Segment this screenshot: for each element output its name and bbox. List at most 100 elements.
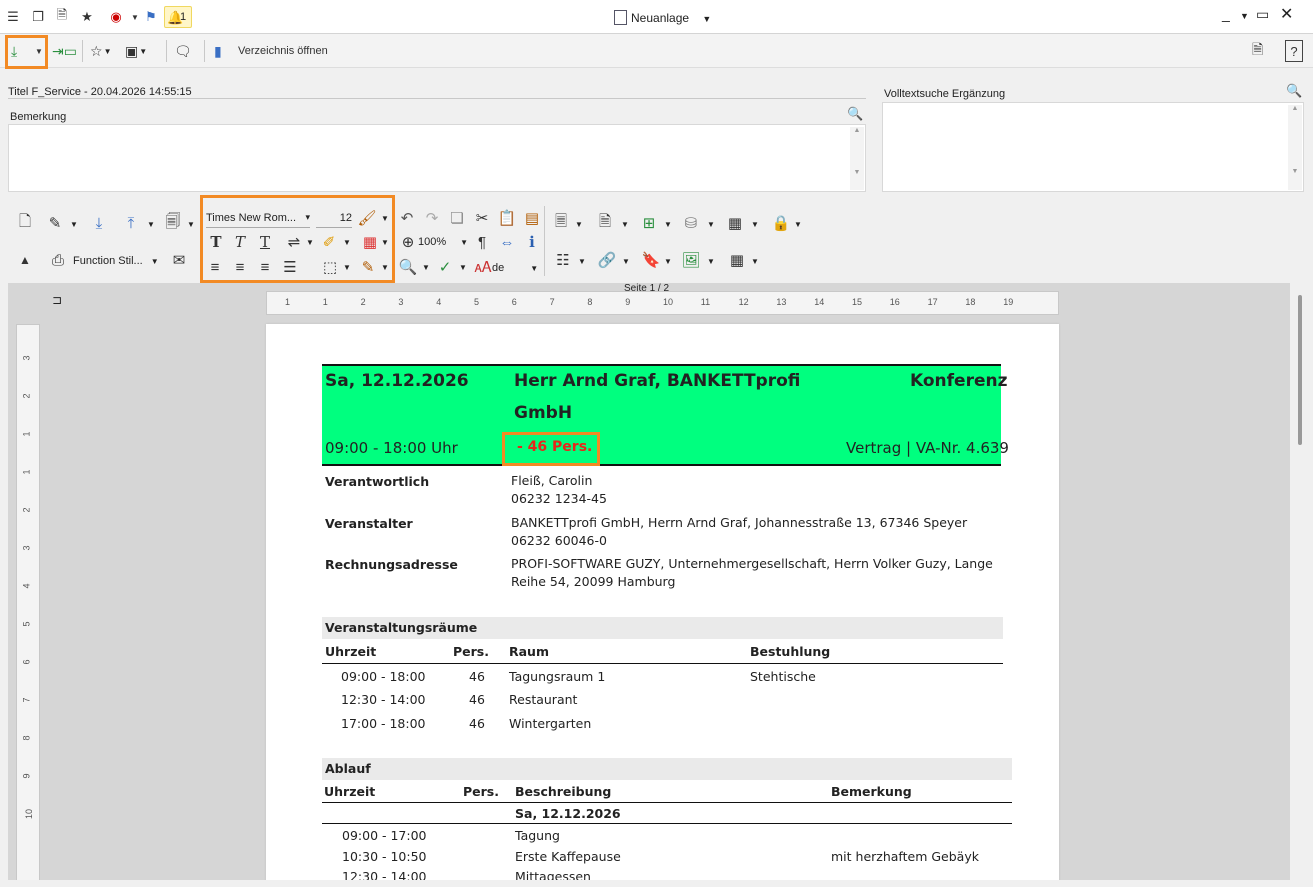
shapes-icon[interactable]: ▣ ▼ bbox=[125, 40, 147, 62]
paste-icon[interactable]: 📋 bbox=[496, 208, 518, 228]
style-select[interactable]: Function Stil... ▼ bbox=[73, 251, 159, 271]
clear-format-icon[interactable]: 🖌 bbox=[356, 208, 378, 228]
language-icon[interactable]: 🗚 bbox=[472, 257, 494, 277]
ruler-tick-label: 9 bbox=[21, 773, 32, 779]
border-icon[interactable]: ⬚ bbox=[319, 257, 341, 277]
search-icon[interactable]: 🔍 bbox=[397, 257, 419, 277]
zoom-fulltext-icon[interactable]: 🔍 bbox=[1286, 83, 1302, 99]
save-dropdown-icon[interactable]: ▼ bbox=[35, 40, 43, 62]
hyperlink-icon[interactable]: 🔗 bbox=[596, 250, 618, 270]
close-icon[interactable]: ✕ bbox=[1280, 4, 1293, 24]
hamburger-menu-icon[interactable]: ☰ bbox=[4, 8, 22, 26]
info-label: Verantwortlich bbox=[325, 474, 430, 489]
redo-icon[interactable]: ↷ bbox=[421, 208, 443, 228]
recent-document-icon[interactable]: 🗎 bbox=[53, 7, 71, 26]
title-value[interactable]: F_Service - 20.04.2026 14:55:15 bbox=[31, 86, 191, 98]
undo-icon[interactable]: ↶ bbox=[396, 208, 418, 228]
vertical-scrollbar[interactable] bbox=[1290, 283, 1313, 880]
tab-stop-icon[interactable]: ⊐ bbox=[52, 293, 62, 307]
font-name-select[interactable]: Times New Rom... ▾ bbox=[206, 208, 310, 228]
select-all-icon[interactable]: ▤ bbox=[521, 208, 543, 228]
list-icon[interactable]: ☷ bbox=[552, 250, 574, 270]
info-label: Veranstalter bbox=[325, 516, 413, 531]
save-download-icon[interactable]: ⤓ bbox=[11, 40, 17, 62]
bold-text-icon[interactable]: T bbox=[205, 232, 227, 252]
table-cell: Wintergarten bbox=[509, 716, 592, 731]
underline-text-icon[interactable]: T bbox=[254, 232, 276, 252]
maximize-icon[interactable]: ▭ bbox=[1256, 6, 1269, 23]
fulltext-textarea[interactable]: ▲ ▼ bbox=[882, 102, 1304, 192]
italic-text-icon[interactable]: T bbox=[229, 232, 251, 252]
color-palette-icon[interactable]: ▦ bbox=[359, 232, 381, 252]
printer-icon[interactable]: ⎙ bbox=[47, 250, 69, 270]
grid-icon[interactable]: ▦ bbox=[726, 250, 748, 270]
align-right-icon[interactable]: ≡ bbox=[254, 257, 276, 277]
cut-icon[interactable]: ✂ bbox=[471, 208, 493, 228]
bookmark-icon[interactable]: 🔖 bbox=[640, 250, 662, 270]
new-document-icon[interactable]: 🗋 bbox=[14, 213, 36, 233]
paint-bucket-icon[interactable]: ✎ bbox=[357, 257, 379, 277]
help-icon[interactable]: ? bbox=[1285, 40, 1303, 62]
spellcheck-icon[interactable]: ✓ bbox=[434, 257, 456, 277]
ruler-tick-label: 3 bbox=[398, 297, 404, 307]
insert-field-icon[interactable]: ⊞ bbox=[638, 213, 660, 233]
chevron-down-icon[interactable]: ▼ bbox=[702, 14, 711, 24]
favorite-document-icon[interactable]: ★ bbox=[78, 8, 96, 26]
page-style-icon[interactable]: 🗎 bbox=[594, 213, 616, 233]
compass-icon[interactable]: ◉ bbox=[107, 8, 125, 26]
table-cell: 12:30 - 14:00 bbox=[342, 869, 427, 880]
image-icon[interactable]: 🖼 bbox=[680, 250, 702, 270]
edit-document-icon[interactable]: ✎ bbox=[44, 213, 66, 233]
ruler-tick-label: 13 bbox=[776, 297, 787, 307]
window-menu-dropdown-icon[interactable]: ▼ bbox=[1240, 11, 1249, 21]
pilcrow-icon[interactable]: ¶ bbox=[471, 232, 493, 252]
column-header: Uhrzeit bbox=[325, 644, 377, 659]
horizontal-ruler[interactable]: 1 1 2 3 4 5 6 7 8 9 10 11 12 13 14 15 16 17 18 19 bbox=[266, 291, 1059, 315]
font-size-select[interactable]: 12 bbox=[316, 208, 352, 228]
justify-icon[interactable]: ☰ bbox=[279, 257, 301, 277]
mail-icon[interactable]: ✉ bbox=[168, 250, 190, 270]
event-date: Sa, 12.12.2026 bbox=[325, 371, 469, 391]
zoom-icon[interactable]: ⊕ bbox=[397, 232, 419, 252]
window-title[interactable]: Neuanlage ▼ bbox=[614, 10, 711, 25]
transfer-icon[interactable]: ⇥▭ bbox=[52, 40, 77, 62]
import-icon[interactable]: ⤓ bbox=[88, 213, 110, 233]
column-header: Bemerkung bbox=[831, 784, 912, 799]
persons-count: - 46 Pers. bbox=[517, 439, 593, 455]
document-history-icon[interactable]: 🗎 bbox=[1252, 40, 1263, 62]
copy-format-icon[interactable]: ❏ bbox=[446, 208, 468, 228]
windows-icon[interactable]: ❐ bbox=[29, 8, 47, 26]
lock-icon[interactable]: 🔒 bbox=[770, 213, 792, 233]
language-select[interactable]: de ▼ bbox=[492, 258, 538, 278]
table-cell: 46 bbox=[469, 692, 485, 707]
header-footer-icon[interactable]: 🗏 bbox=[550, 213, 572, 233]
flag-download-icon[interactable]: ⚑ bbox=[142, 8, 160, 26]
ruler-tick-label: 6 bbox=[511, 297, 517, 307]
star-icon[interactable]: ☆ ▼ bbox=[90, 40, 111, 62]
info-icon[interactable]: ℹ bbox=[521, 232, 543, 252]
align-center-icon[interactable]: ≡ bbox=[229, 257, 251, 277]
notification-bell[interactable]: 🔔 1 bbox=[164, 6, 192, 28]
export-icon[interactable]: ⤒ bbox=[120, 213, 142, 233]
zoom-select[interactable]: 100% ▼ bbox=[418, 232, 468, 252]
document-list-icon[interactable]: 🗐 bbox=[162, 213, 184, 233]
align-left-icon[interactable]: ≡ bbox=[204, 257, 226, 277]
document-page[interactable]: Sa, 12.12.2026 Herr Arnd Graf, BANKETTpr… bbox=[266, 324, 1059, 880]
spacing-icon[interactable]: ⇌ bbox=[283, 232, 305, 252]
minimize-icon[interactable]: _ bbox=[1222, 6, 1230, 22]
database-icon[interactable]: ⛁ bbox=[680, 213, 702, 233]
remark-textarea[interactable]: ▲ ▼ bbox=[8, 124, 866, 192]
table-cell: 12:30 - 14:00 bbox=[341, 692, 426, 707]
document-area[interactable]: ⊐ Seite 1 / 2 1 1 2 3 4 5 6 7 8 9 10 11 12 13 14 15 16 17… bbox=[8, 283, 1290, 880]
vertical-ruler[interactable]: 3 2 1 1 2 3 4 5 6 7 8 9 10 bbox=[16, 324, 40, 880]
page-width-icon[interactable]: ⇔ bbox=[496, 232, 518, 252]
ruler-tick-label: 8 bbox=[587, 297, 593, 307]
title-field[interactable]: Titel F_Service - 20.04.2026 14:55:15 bbox=[8, 86, 192, 98]
comments-icon[interactable]: 🗨 bbox=[174, 40, 192, 62]
table-icon[interactable]: ▦ bbox=[724, 213, 746, 233]
info-value: PROFI-SOFTWARE GUZY, Unternehmergesellsc… bbox=[511, 556, 993, 589]
zoom-remark-icon[interactable]: 🔍 bbox=[847, 106, 863, 122]
open-directory-button[interactable]: Verzeichnis öffnen bbox=[238, 40, 328, 62]
highlight-pen-icon[interactable]: ✐ bbox=[318, 232, 340, 252]
collapse-up-icon[interactable]: ▲ bbox=[14, 250, 36, 270]
